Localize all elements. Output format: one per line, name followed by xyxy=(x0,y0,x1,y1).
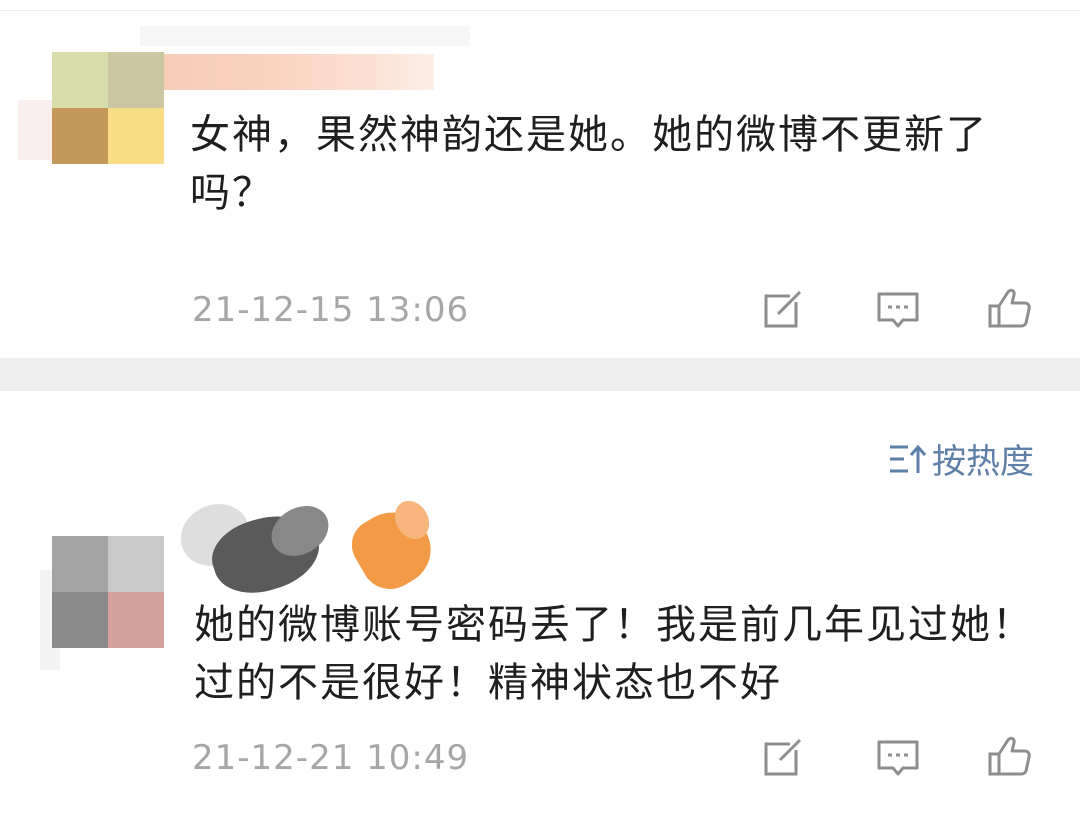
sort-by-hot-button[interactable]: 按热度 xyxy=(888,434,1034,483)
comment-feed: 女神，果然神韵还是她。她的微博不更新了吗？ 21-12-15 13:06 按热度 xyxy=(0,0,1080,820)
comment-timestamp: 21-12-15 13:06 xyxy=(192,290,470,330)
comment-timestamp: 21-12-21 10:49 xyxy=(192,738,470,778)
comment-icon[interactable] xyxy=(876,736,920,780)
share-edit-icon[interactable] xyxy=(762,736,806,780)
like-icon[interactable] xyxy=(988,734,1032,778)
avatar-tile xyxy=(52,52,108,108)
comment-icon[interactable] xyxy=(876,288,920,332)
avatar-tile xyxy=(108,52,164,108)
share-edit-icon[interactable] xyxy=(762,288,806,332)
avatar-tile xyxy=(108,536,164,592)
avatar[interactable] xyxy=(52,52,164,164)
redacted-username-bg xyxy=(140,26,470,46)
redacted-username[interactable] xyxy=(164,54,434,90)
comment-text: 她的微博账号密码丢了！我是前几年见过她！过的不是很好！精神状态也不好 xyxy=(194,602,1034,706)
like-icon[interactable] xyxy=(988,286,1032,330)
comment-text: 女神，果然神韵还是她。她的微博不更新了吗？ xyxy=(190,112,988,216)
section-separator xyxy=(0,358,1080,391)
divider xyxy=(0,10,1080,11)
avatar-tile xyxy=(52,536,108,592)
avatar-tile xyxy=(108,108,164,164)
sort-icon xyxy=(890,444,927,473)
avatar-tile xyxy=(52,108,108,164)
scribble-mark xyxy=(342,498,444,600)
sort-label: 按热度 xyxy=(932,442,1034,482)
avatar[interactable] xyxy=(52,536,164,648)
avatar-tile xyxy=(108,592,164,648)
avatar-tile xyxy=(52,592,108,648)
